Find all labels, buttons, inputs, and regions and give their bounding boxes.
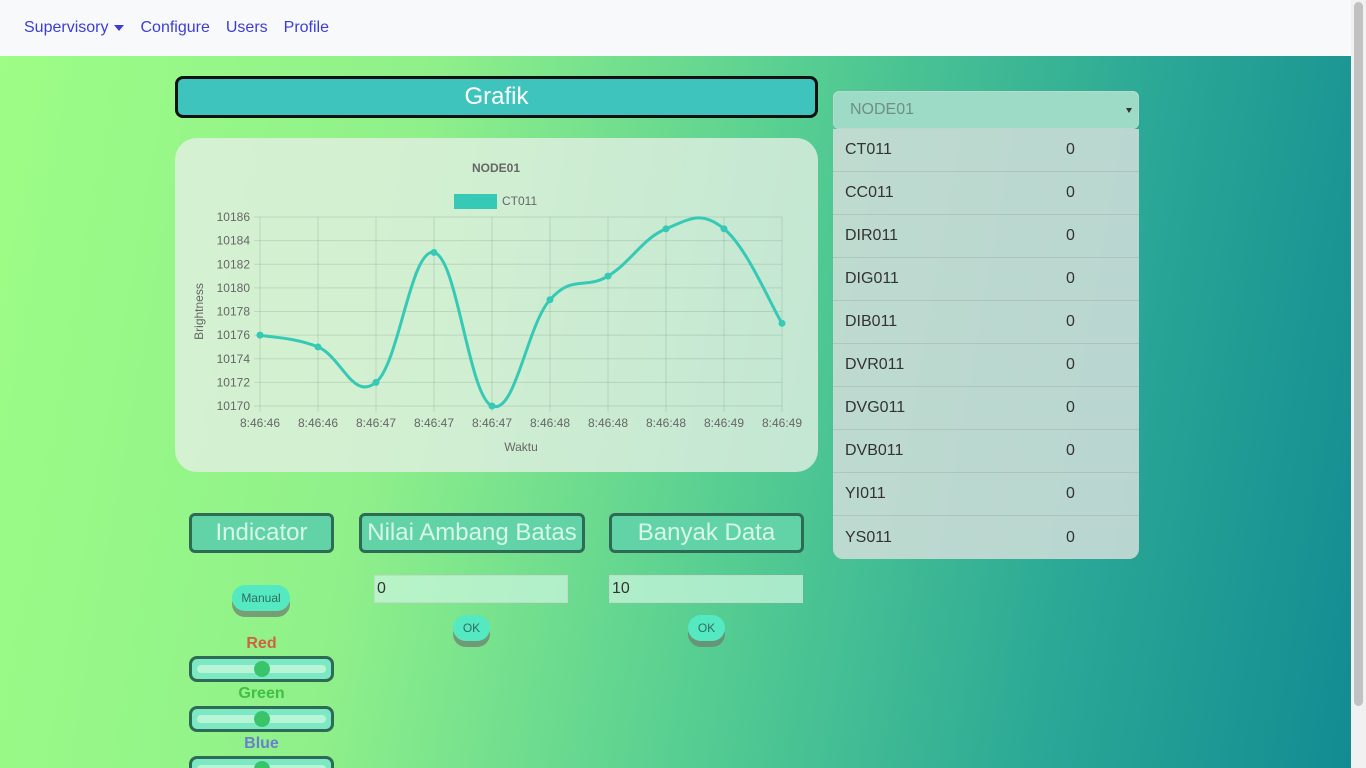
sensor-name: CC011 xyxy=(845,184,894,201)
manual-mode-button[interactable]: Manual xyxy=(232,585,290,611)
data-point xyxy=(256,331,264,339)
data-count-input[interactable] xyxy=(609,575,803,603)
data-point xyxy=(604,272,612,280)
sensor-name: YS011 xyxy=(845,528,892,546)
data-point xyxy=(546,296,554,304)
chevron-down-icon xyxy=(114,25,125,31)
green-label: Green xyxy=(238,685,285,702)
table-row: DIG011 0 xyxy=(833,258,1139,301)
table-row: YI011 0 xyxy=(833,473,1139,516)
threshold-ok-button[interactable]: OK xyxy=(453,615,490,641)
table-row: CT011 0 xyxy=(833,129,1139,172)
y-tick-label: 10176 xyxy=(217,328,251,342)
green-slider[interactable] xyxy=(189,706,334,732)
sensor-name: DVB011 xyxy=(845,442,904,459)
sensor-name: DIB011 xyxy=(845,313,898,330)
table-row: DVG011 0 xyxy=(833,387,1139,430)
threshold-input[interactable] xyxy=(374,575,568,603)
y-tick-label: 10180 xyxy=(217,281,251,295)
nav-users[interactable]: Users xyxy=(226,19,268,37)
chart-section-title: Grafik xyxy=(175,76,818,118)
node-select[interactable]: NODE01 xyxy=(833,91,1139,129)
y-tick-label: 10186 xyxy=(217,210,251,224)
x-tick-label: 8:46:46 xyxy=(240,416,280,430)
sensor-value: 0 xyxy=(1066,141,1075,158)
data-point xyxy=(372,378,380,386)
green-slider-thumb[interactable] xyxy=(253,711,270,727)
x-tick-label: 8:46:47 xyxy=(472,416,512,430)
indicator-title: Indicator xyxy=(189,513,334,553)
sensor-value: 0 xyxy=(1066,227,1075,244)
sensor-name: YI011 xyxy=(845,485,886,502)
data-point xyxy=(430,248,438,256)
scrollbar-thumb[interactable] xyxy=(1354,2,1363,706)
x-tick-label: 8:46:47 xyxy=(356,416,396,430)
sensor-value: 0 xyxy=(1066,356,1075,373)
legend-swatch xyxy=(454,194,497,209)
x-axis-label: Waktu xyxy=(504,440,538,454)
sensor-name: DVG011 xyxy=(845,399,906,416)
data-point xyxy=(720,225,728,233)
data-point xyxy=(314,343,322,351)
red-label: Red xyxy=(246,635,277,652)
data-count-title: Banyak Data xyxy=(609,513,804,553)
table-row: DIR011 0 xyxy=(833,215,1139,258)
y-tick-label: 10174 xyxy=(217,352,251,366)
navbar: Supervisory Configure Users Profile xyxy=(0,0,1351,56)
red-slider-thumb[interactable] xyxy=(253,661,270,677)
y-tick-label: 10182 xyxy=(217,257,251,271)
nav-supervisory-label: Supervisory xyxy=(24,19,109,36)
y-tick-label: 10184 xyxy=(217,234,251,248)
data-point xyxy=(488,402,496,410)
table-row: DVB011 0 xyxy=(833,430,1139,473)
nav-supervisory-dropdown[interactable]: Supervisory xyxy=(24,19,125,37)
sensor-name: DVR011 xyxy=(845,356,905,373)
y-axis-label: Brightness xyxy=(192,283,206,340)
sensor-value: 0 xyxy=(1066,184,1075,201)
sensor-table: CT011 0 CC011 0 DIR011 0 DIG011 0 DIB011 0 DVR011 0… xyxy=(833,129,1139,559)
node-select-value: NODE01 xyxy=(850,101,915,118)
threshold-title: Nilai Ambang Batas xyxy=(359,513,585,553)
sensor-value: 0 xyxy=(1066,485,1075,502)
blue-slider-thumb[interactable] xyxy=(253,761,270,768)
blue-slider[interactable] xyxy=(189,756,334,768)
data-point xyxy=(778,319,786,327)
brightness-chart: NODE01 CT011 10170 10172 10174 10176 10178 1018… xyxy=(192,161,802,454)
red-slider[interactable] xyxy=(189,656,334,682)
page-scrollbar[interactable] xyxy=(1351,0,1366,768)
sensor-value: 0 xyxy=(1066,528,1075,546)
y-tick-label: 10172 xyxy=(217,375,251,389)
table-row: DVR011 0 xyxy=(833,344,1139,387)
chart-title: NODE01 xyxy=(472,161,520,175)
sensor-value: 0 xyxy=(1066,313,1075,330)
data-count-ok-button[interactable]: OK xyxy=(688,615,725,641)
x-tick-label: 8:46:46 xyxy=(298,416,338,430)
sensor-value: 0 xyxy=(1066,270,1075,287)
sensor-name: CT011 xyxy=(845,141,892,158)
nav-profile[interactable]: Profile xyxy=(284,19,329,37)
data-point xyxy=(662,225,670,233)
chart-card: NODE01 CT011 10170 10172 10174 10176 10178 1018… xyxy=(175,138,818,472)
table-row: DIB011 0 xyxy=(833,301,1139,344)
chevron-down-icon xyxy=(1126,108,1132,113)
nav-configure[interactable]: Configure xyxy=(140,19,209,37)
blue-label: Blue xyxy=(244,735,279,752)
table-row: CC011 0 xyxy=(833,172,1139,215)
table-row: YS011 0 xyxy=(833,516,1139,559)
x-tick-label: 8:46:48 xyxy=(588,416,628,430)
sensor-value: 0 xyxy=(1066,442,1075,459)
sensor-name: DIG011 xyxy=(845,270,899,287)
y-tick-label: 10170 xyxy=(217,399,251,413)
legend-label: CT011 xyxy=(502,194,537,208)
sensor-name: DIR011 xyxy=(845,227,899,244)
x-tick-label: 8:46:48 xyxy=(530,416,570,430)
x-tick-label: 8:46:48 xyxy=(646,416,686,430)
series-line-ct011 xyxy=(259,216,784,408)
y-tick-label: 10178 xyxy=(217,305,251,319)
x-tick-label: 8:46:49 xyxy=(762,416,802,430)
x-tick-label: 8:46:47 xyxy=(414,416,454,430)
sensor-value: 0 xyxy=(1066,399,1075,416)
x-tick-label: 8:46:49 xyxy=(704,416,744,430)
